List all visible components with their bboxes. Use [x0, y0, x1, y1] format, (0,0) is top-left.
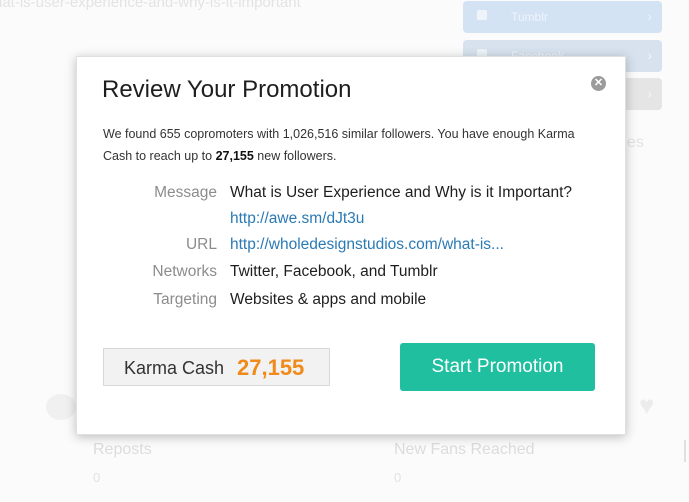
heart-icon: ♥ [639, 390, 655, 420]
message-value: What is User Experience and Why is it Im… [230, 184, 572, 201]
summary-text-end: new followers. [253, 149, 337, 163]
detail-row-url: URL http://wholedesignstudios.com/what-i… [77, 236, 627, 262]
modal-title: Review Your Promotion [102, 76, 352, 103]
networks-value: Twitter, Facebook, and Tumblr [230, 263, 438, 280]
background-divider [684, 440, 686, 462]
message-link[interactable]: http://awe.sm/dJt3u [230, 210, 364, 228]
background-partial-text: es [627, 134, 644, 151]
summary-text: We found 655 copromoters with 1,026,516 … [103, 127, 575, 163]
karma-cash-box: Karma Cash 27,155 [103, 348, 330, 386]
url-label: URL [185, 236, 217, 253]
targeting-value: Websites & apps and mobile [230, 291, 427, 308]
detail-row-targeting: Targeting Websites & apps and mobile [77, 291, 627, 317]
chevron-right-icon: › [647, 8, 652, 24]
networks-label: Networks [152, 263, 217, 280]
karma-cash-label: Karma Cash [124, 358, 225, 378]
background-stat-value-new-fans: 0 [394, 470, 402, 485]
targeting-label: Targeting [153, 291, 217, 308]
close-icon[interactable]: ✕ [591, 76, 606, 91]
background-share-button-tumblr: Tumblr › [463, 1, 662, 33]
promotion-summary: We found 655 copromoters with 1,026,516 … [103, 123, 593, 167]
background-button-label: Tumblr [511, 10, 548, 24]
tumblr-icon [477, 10, 487, 20]
url-link[interactable]: http://wholedesignstudios.com/what-is... [230, 236, 504, 254]
background-url-text: hat-is-user-experience-and-why-is-it-imp… [0, 0, 301, 11]
background-stat-label-new-fans: New Fans Reached [394, 441, 535, 458]
background-avatar-icon [46, 394, 76, 420]
karma-cash-value: 27,155 [237, 355, 305, 380]
detail-row-message-link: http://awe.sm/dJt3u [77, 210, 627, 236]
message-label: Message [154, 184, 217, 201]
start-promotion-button[interactable]: Start Promotion [400, 343, 595, 391]
chevron-right-icon: › [647, 47, 652, 63]
summary-followers-count: 27,155 [215, 149, 254, 163]
detail-row-networks: Networks Twitter, Facebook, and Tumblr [77, 263, 627, 289]
detail-row-message: Message What is User Experience and Why … [77, 184, 627, 210]
background-stat-value-reposts: 0 [93, 470, 101, 485]
background-stat-label-reposts: Reposts [93, 441, 152, 458]
review-promotion-modal: Review Your Promotion ✕ We found 655 cop… [76, 56, 626, 435]
chevron-right-icon: › [647, 85, 652, 101]
